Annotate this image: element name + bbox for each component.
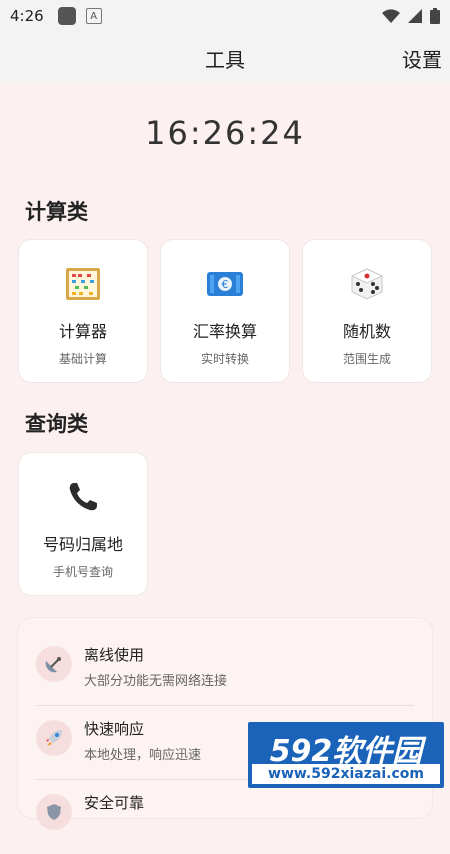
watermark-url: www.592xiazai.com: [252, 764, 440, 784]
feature-title: 离线使用: [84, 646, 145, 664]
tool-card-desc: 范围生成: [342, 352, 391, 366]
status-bar: 4:26 A: [0, 0, 450, 32]
signal-icon: [408, 9, 422, 23]
notification-icon: [57, 7, 76, 25]
tool-card-desc: 实时转换: [200, 352, 249, 366]
watermark-logo: 592软件园 www.592xiazai.com: [248, 722, 444, 788]
rocket-icon: [36, 720, 72, 756]
tool-card-name: 号码归属地: [42, 535, 123, 554]
shield-icon: [36, 794, 72, 830]
a-badge-icon: A: [85, 8, 102, 24]
telephone-icon: [63, 477, 103, 517]
features-panel: 离线使用 大部分功能无需网络连接 快速响应 本地处理，响应迅速 安全可靠: [18, 618, 432, 830]
feature-title: 安全可靠: [84, 794, 145, 812]
tool-card-desc: 基础计算: [58, 352, 107, 366]
app-bar: 工具 设置: [0, 32, 450, 84]
clock-display: 16:26:24: [145, 114, 305, 152]
wifi-icon: [382, 9, 400, 23]
feature-item: 离线使用 大部分功能无需网络连接: [36, 632, 414, 706]
settings-button[interactable]: 设置: [402, 44, 442, 73]
tool-card-random-number[interactable]: 随机数 范围生成: [303, 240, 431, 382]
tool-card-name: 汇率换算: [192, 322, 257, 341]
tool-card-name: 计算器: [58, 322, 107, 341]
status-time: 4:26: [10, 7, 44, 25]
section-title-query: 查询类: [25, 412, 88, 436]
feature-desc: 本地处理，响应迅速: [84, 748, 202, 763]
tool-card-name: 随机数: [342, 322, 391, 341]
tool-card-phone-location[interactable]: 号码归属地 手机号查询: [19, 453, 147, 595]
battery-icon: [430, 8, 440, 24]
satellite-dish-icon: [36, 646, 72, 682]
tool-card-exchange-rate[interactable]: € 汇率换算 实时转换: [161, 240, 289, 382]
feature-item: 安全可靠: [36, 780, 414, 854]
page-title: 工具: [205, 48, 245, 72]
dice-icon: [347, 264, 387, 304]
euro-banknote-icon: €: [205, 264, 245, 304]
tool-card-calculator[interactable]: 计算器 基础计算: [19, 240, 147, 382]
feature-desc: 大部分功能无需网络连接: [84, 674, 228, 689]
svg-text:€: €: [222, 278, 229, 291]
section-title-calculation: 计算类: [25, 200, 88, 224]
feature-title: 快速响应: [84, 720, 145, 738]
tool-card-desc: 手机号查询: [52, 565, 113, 579]
abacus-icon: [63, 264, 103, 304]
